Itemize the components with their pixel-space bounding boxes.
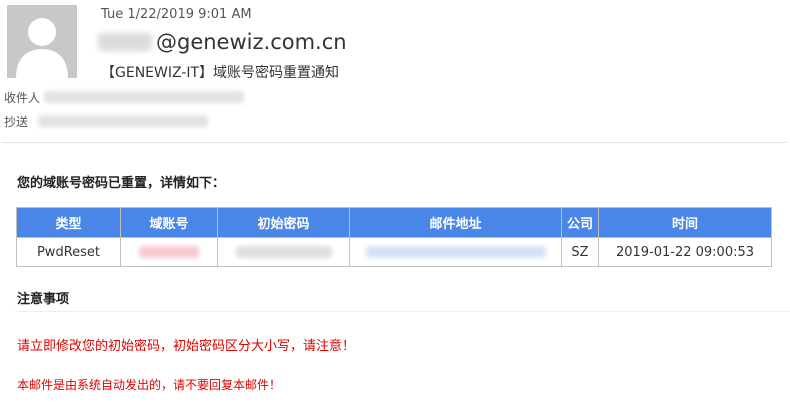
notes-divider bbox=[15, 311, 790, 312]
cell-initial-password bbox=[217, 237, 350, 267]
cc-recipients-redacted[interactable] bbox=[38, 115, 208, 127]
cell-email-address bbox=[349, 237, 562, 267]
table-row: PwdReset SZ 2019-01-22 09:00:53 bbox=[16, 237, 772, 267]
header-domain-account: 域账号 bbox=[120, 207, 218, 238]
domain-account-redacted bbox=[139, 246, 199, 258]
cc-label: 抄送 bbox=[4, 115, 29, 129]
to-label: 收件人 bbox=[4, 91, 41, 105]
person-silhouette-icon bbox=[7, 5, 77, 78]
sender-domain: @genewiz.com.cn bbox=[156, 30, 347, 54]
notes-title: 注意事项 bbox=[17, 292, 70, 307]
email-date: Tue 1/22/2019 9:01 AM bbox=[101, 7, 252, 22]
cell-type[interactable]: PwdReset bbox=[16, 237, 121, 267]
email-address-redacted bbox=[365, 246, 546, 258]
reset-notice: 您的域账号密码已重置，详情如下： bbox=[17, 176, 226, 191]
cell-time: 2019-01-22 09:00:53 bbox=[598, 237, 772, 267]
cell-domain-account bbox=[120, 237, 218, 267]
header-time: 时间 bbox=[598, 207, 772, 238]
auto-email-warning: 本邮件是由系统自动发出的，请不要回复本邮件！ bbox=[17, 378, 282, 392]
cell-company: SZ bbox=[561, 237, 599, 267]
header-email-address: 邮件地址 bbox=[349, 207, 562, 238]
header-initial-password: 初始密码 bbox=[217, 207, 350, 238]
initial-password-redacted bbox=[235, 246, 332, 258]
header-type: 类型 bbox=[16, 207, 121, 238]
change-password-warning: 请立即修改您的初始密码，初始密码区分大小写，请注意！ bbox=[17, 339, 356, 354]
sender-name-redacted bbox=[98, 33, 152, 51]
sender-avatar bbox=[7, 5, 77, 78]
email-subject: 【GENEWIZ-IT】域账号密码重置通知 bbox=[101, 65, 340, 81]
header-company: 公司 bbox=[561, 207, 599, 238]
sender-address[interactable]: @genewiz.com.cn bbox=[98, 29, 347, 55]
to-recipients-redacted[interactable] bbox=[44, 91, 244, 103]
account-info-table: 类型 域账号 初始密码 邮件地址 公司 时间 PwdReset SZ 2019-… bbox=[16, 207, 772, 267]
header-divider bbox=[2, 142, 788, 143]
table-header-row: 类型 域账号 初始密码 邮件地址 公司 时间 bbox=[16, 207, 772, 238]
